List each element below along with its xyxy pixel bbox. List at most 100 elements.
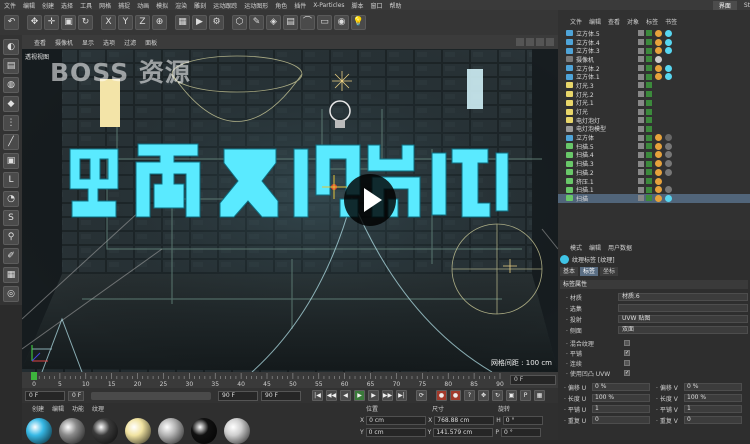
- object-name[interactable]: 立方体: [576, 133, 636, 142]
- coordinate-icon[interactable]: ⊕: [152, 15, 167, 30]
- chrome-material[interactable]: [158, 418, 184, 444]
- visibility-toggle[interactable]: [638, 186, 644, 193]
- uv-value-field[interactable]: 0: [592, 416, 650, 424]
- object-name[interactable]: 扫描.5: [576, 142, 636, 151]
- visibility-toggle[interactable]: [638, 39, 644, 46]
- menu-item[interactable]: 脚本: [352, 1, 364, 10]
- render-view-icon[interactable]: ▶: [192, 15, 207, 30]
- menu-item[interactable]: 运动图形: [244, 1, 268, 10]
- model-mode-icon[interactable]: ▤: [3, 58, 19, 74]
- visibility-toggle[interactable]: [638, 143, 644, 150]
- object-tag-icon[interactable]: [665, 38, 672, 46]
- playhead-marker[interactable]: [31, 372, 37, 380]
- axis-x-icon[interactable]: X: [101, 15, 116, 30]
- object-tag-icon[interactable]: [655, 29, 662, 37]
- object-tag-icon[interactable]: [665, 47, 672, 55]
- axis-y-icon[interactable]: Y: [118, 15, 133, 30]
- move-icon[interactable]: ✛: [44, 15, 59, 30]
- uv-value-field[interactable]: 0 %: [684, 383, 742, 391]
- preview-end-field[interactable]: 90 F: [261, 390, 301, 401]
- loop-button[interactable]: ⟳: [416, 390, 427, 401]
- go-start-button[interactable]: |◀: [312, 390, 323, 401]
- menu-item[interactable]: 运动跟踪: [213, 1, 237, 10]
- attribute-tab[interactable]: 坐标: [600, 267, 619, 276]
- menu-item[interactable]: 选择: [61, 1, 73, 10]
- grid-key-icon[interactable]: ▦: [534, 390, 545, 401]
- play-forward-button[interactable]: ▶: [354, 390, 365, 401]
- rotate-key-icon[interactable]: ↻: [492, 390, 503, 401]
- attribute-checkbox[interactable]: ✓: [624, 370, 630, 376]
- uv-value-field[interactable]: 100 %: [592, 394, 650, 402]
- enabled-check-icon[interactable]: [646, 134, 652, 141]
- menu-item[interactable]: 模拟: [156, 1, 168, 10]
- object-tag-icon[interactable]: [655, 38, 662, 46]
- enabled-check-icon[interactable]: [646, 178, 652, 185]
- visibility-toggle[interactable]: [638, 169, 644, 176]
- timeline-ruler[interactable]: 0 5 10 15 20 25 30 35 40 45 50 55 60 65 70 75 80 85 90 0 F: [22, 372, 558, 388]
- object-row[interactable]: 扫描.1: [558, 185, 750, 194]
- object-tag-icon[interactable]: [665, 168, 672, 176]
- viewport-menu-item[interactable]: 查看: [34, 38, 46, 47]
- object-tag-icon[interactable]: [655, 55, 662, 63]
- object-tag-icon[interactable]: [655, 186, 662, 194]
- start-frame-field[interactable]: 0 F: [25, 390, 65, 401]
- object-tag-icon[interactable]: [655, 134, 662, 142]
- attribute-value-field[interactable]: UVW 贴图: [618, 315, 748, 323]
- object-tag-icon[interactable]: [665, 134, 672, 142]
- next-frame-button[interactable]: ▶: [368, 390, 379, 401]
- rotation-field[interactable]: 0 °: [500, 428, 541, 437]
- axis-mode-icon[interactable]: L: [3, 172, 19, 188]
- enabled-check-icon[interactable]: [646, 82, 652, 89]
- object-name[interactable]: 扫描.4: [576, 150, 636, 159]
- rotate-icon[interactable]: ↻: [78, 15, 93, 30]
- points-mode-icon[interactable]: ⋮: [3, 115, 19, 131]
- object-name[interactable]: 电灯泡灯: [576, 116, 636, 125]
- object-row[interactable]: 立方体: [558, 133, 750, 142]
- enabled-check-icon[interactable]: [646, 195, 652, 202]
- object-tag-icon[interactable]: [655, 47, 662, 55]
- array-icon[interactable]: ▤: [283, 15, 298, 30]
- enabled-check-icon[interactable]: [646, 91, 652, 98]
- menu-item[interactable]: 渲染: [175, 1, 187, 10]
- enabled-check-icon[interactable]: [646, 186, 652, 193]
- object-tag-icon[interactable]: [665, 186, 672, 194]
- attribute-tab[interactable]: 基本: [560, 267, 579, 276]
- object-menu-item[interactable]: 标签: [646, 17, 658, 26]
- object-tag-icon[interactable]: [655, 168, 662, 176]
- object-row[interactable]: 立方体.2: [558, 64, 750, 73]
- next-key-button[interactable]: ▶▶: [382, 390, 393, 401]
- attribute-menu-item[interactable]: 用户数据: [608, 243, 632, 252]
- viewport-menu-item[interactable]: 显示: [82, 38, 94, 47]
- menu-item[interactable]: 编辑: [23, 1, 35, 10]
- menu-item[interactable]: 网格: [99, 1, 111, 10]
- solo-icon[interactable]: ◎: [3, 286, 19, 302]
- visibility-toggle[interactable]: [638, 73, 644, 80]
- enabled-check-icon[interactable]: [646, 39, 652, 46]
- rotation-field[interactable]: 0 °: [502, 416, 543, 425]
- camera-icon[interactable]: ◉: [334, 15, 349, 30]
- visibility-toggle[interactable]: [638, 47, 644, 54]
- gray-material[interactable]: [59, 418, 85, 444]
- floor-icon[interactable]: ▭: [317, 15, 332, 30]
- prev-frame-button[interactable]: ◀: [340, 390, 351, 401]
- visibility-toggle[interactable]: [638, 134, 644, 141]
- play-video-button[interactable]: [344, 174, 396, 226]
- object-name[interactable]: 立方体.3: [576, 46, 636, 55]
- visibility-toggle[interactable]: [638, 117, 644, 124]
- menu-item[interactable]: 文件: [4, 1, 16, 10]
- viewport-menu-item[interactable]: 选项: [103, 38, 115, 47]
- position-field[interactable]: 0 cm: [366, 416, 427, 425]
- menu-item[interactable]: 帮助: [390, 1, 402, 10]
- object-row[interactable]: 立方体.5: [558, 29, 750, 38]
- object-tag-icon[interactable]: [655, 177, 662, 185]
- snap-icon[interactable]: S: [3, 210, 19, 226]
- scale-icon[interactable]: ▣: [61, 15, 76, 30]
- object-row[interactable]: 扫描.5: [558, 142, 750, 151]
- object-tag-icon[interactable]: [665, 29, 672, 37]
- viewport-menu-item[interactable]: 过滤: [124, 38, 136, 47]
- object-name[interactable]: 立方体.5: [576, 29, 636, 38]
- visibility-toggle[interactable]: [638, 91, 644, 98]
- key-selection-icon[interactable]: ?: [464, 390, 475, 401]
- visibility-toggle[interactable]: [638, 30, 644, 37]
- object-row[interactable]: 立方体.1: [558, 72, 750, 81]
